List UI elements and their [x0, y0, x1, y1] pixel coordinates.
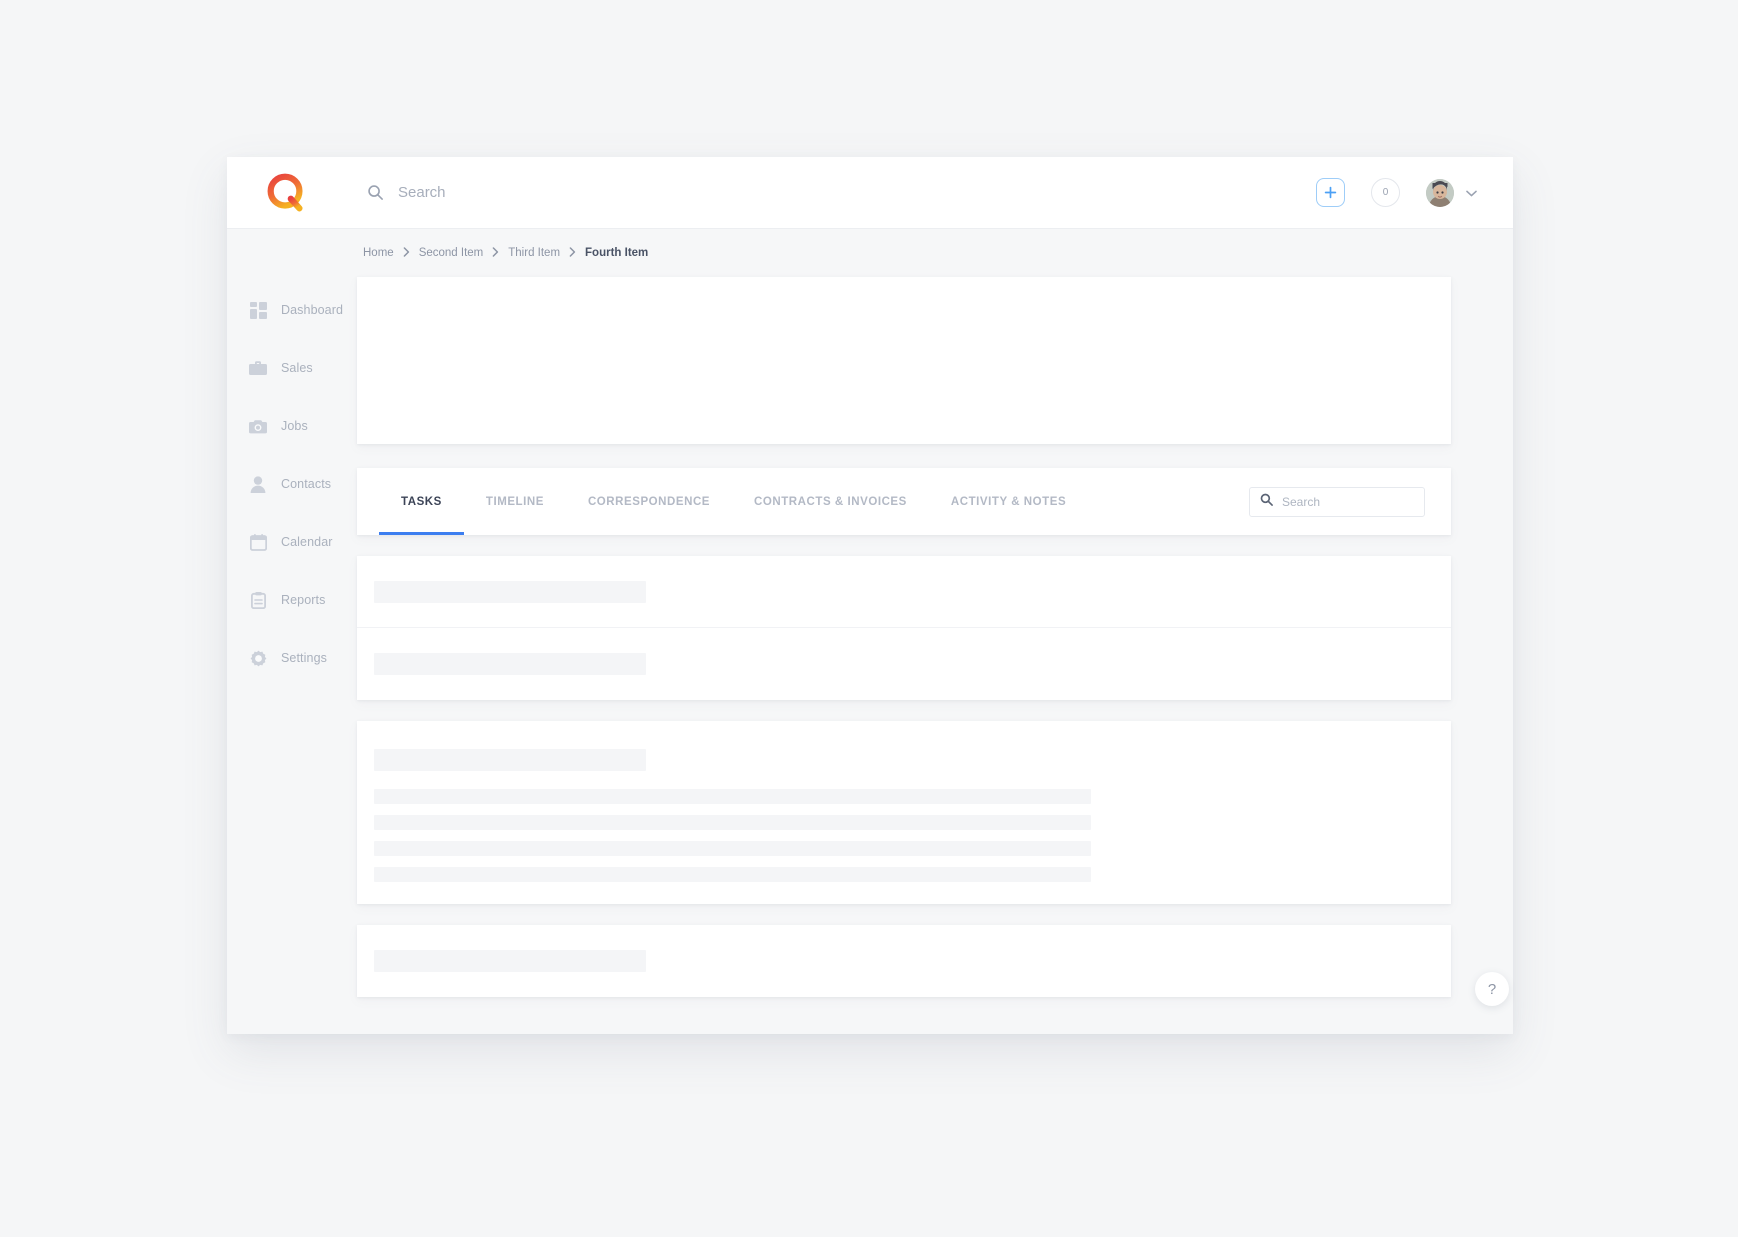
add-button[interactable]: [1316, 178, 1345, 207]
chevron-right-icon: [403, 246, 410, 260]
global-search[interactable]: [367, 184, 698, 201]
clipboard-icon: [249, 591, 267, 609]
breadcrumb-item-second[interactable]: Second Item: [419, 247, 484, 259]
detail-body: [357, 789, 1451, 882]
search-icon: [367, 184, 384, 201]
person-icon: [249, 475, 267, 493]
skeleton-placeholder: [374, 653, 646, 675]
breadcrumb-item-current: Fourth Item: [585, 247, 649, 259]
tab-correspondence[interactable]: CORRESPONDENCE: [566, 468, 732, 535]
notification-count: 0: [1382, 187, 1389, 198]
sidebar-item-settings[interactable]: Settings: [227, 637, 344, 679]
chevron-down-icon: [1466, 184, 1477, 202]
skeleton-placeholder: [374, 580, 646, 603]
main-content: Home Second Item Third Item Fourth Item …: [344, 229, 1513, 1034]
app-body: Dashboard Sales Jobs Contacts Calendar R…: [227, 229, 1513, 1034]
sidebar-item-calendar[interactable]: Calendar: [227, 521, 344, 563]
breadcrumb: Home Second Item Third Item Fourth Item: [357, 229, 1451, 277]
task-list-card: [357, 556, 1451, 700]
skeleton-placeholder: [374, 815, 1091, 830]
tab-search[interactable]: [1249, 486, 1425, 517]
avatar: [1426, 178, 1454, 207]
tab-tasks[interactable]: TASKS: [379, 468, 464, 535]
task-footer-card[interactable]: [357, 925, 1451, 997]
skeleton-placeholder: [374, 789, 1091, 804]
task-detail-card: [357, 721, 1451, 904]
breadcrumb-item-home[interactable]: Home: [363, 247, 394, 259]
camera-icon: [249, 417, 267, 435]
sidebar-item-sales[interactable]: Sales: [227, 347, 344, 389]
logo-link[interactable]: [227, 170, 344, 216]
chevron-right-icon: [569, 246, 576, 260]
sidebar-item-label: Reports: [281, 593, 326, 607]
skeleton-placeholder: [374, 841, 1091, 856]
tab-timeline[interactable]: TIMELINE: [464, 468, 566, 535]
sidebar-item-label: Jobs: [281, 419, 308, 433]
hero-card: [357, 277, 1451, 444]
sidebar-item-label: Contacts: [281, 477, 332, 491]
notification-count-badge[interactable]: 0: [1371, 178, 1400, 207]
q-logo-icon: [263, 170, 309, 216]
detail-header: [357, 739, 1451, 789]
list-item[interactable]: [357, 628, 1451, 700]
profile-menu[interactable]: [1426, 178, 1477, 207]
sidebar-item-jobs[interactable]: Jobs: [227, 405, 344, 447]
skeleton-placeholder: [374, 867, 1091, 882]
plus-icon: [1323, 185, 1338, 200]
skeleton-placeholder: [374, 749, 646, 771]
help-button[interactable]: ?: [1475, 972, 1509, 1006]
tab-activity-notes[interactable]: ACTIVITY & NOTES: [929, 468, 1088, 535]
tab-search-input[interactable]: [1282, 494, 1414, 509]
sidebar-item-contacts[interactable]: Contacts: [227, 463, 344, 505]
app-header: 0: [227, 157, 1513, 229]
help-icon: ?: [1487, 980, 1497, 998]
search-input[interactable]: [398, 184, 698, 201]
search-icon: [1260, 493, 1273, 511]
list-item[interactable]: [357, 556, 1451, 628]
sidebar-item-label: Dashboard: [281, 303, 344, 317]
header-actions: 0: [1316, 178, 1513, 207]
sidebar-item-label: Calendar: [281, 535, 333, 549]
tabs-bar: TASKS TIMELINE CORRESPONDENCE CONTRACTS …: [357, 468, 1451, 535]
sidebar-item-label: Sales: [281, 361, 313, 375]
tab-list: TASKS TIMELINE CORRESPONDENCE CONTRACTS …: [379, 468, 1088, 535]
chevron-right-icon: [492, 246, 499, 260]
sidebar-item-reports[interactable]: Reports: [227, 579, 344, 621]
tab-contracts-invoices[interactable]: CONTRACTS & INVOICES: [732, 468, 929, 535]
gear-icon: [249, 649, 267, 667]
sidebar-item-dashboard[interactable]: Dashboard: [227, 289, 344, 331]
skeleton-placeholder: [374, 950, 646, 972]
briefcase-icon: [249, 359, 267, 377]
sidebar: Dashboard Sales Jobs Contacts Calendar R…: [227, 229, 344, 1034]
breadcrumb-item-third[interactable]: Third Item: [508, 247, 560, 259]
sidebar-item-label: Settings: [281, 651, 327, 665]
app-window: 0: [227, 157, 1513, 1034]
dashboard-icon: [249, 301, 267, 319]
calendar-icon: [249, 533, 267, 551]
